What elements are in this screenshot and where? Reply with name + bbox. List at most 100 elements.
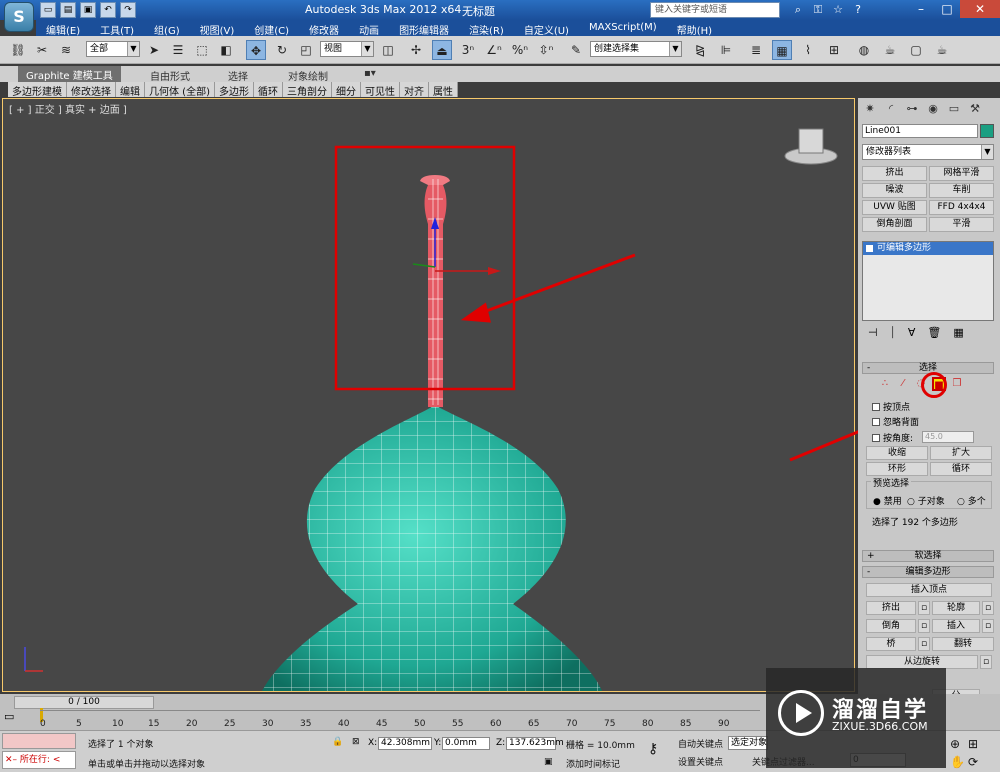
zoom-icon[interactable]: ⊕ <box>950 737 960 751</box>
schematic-view-icon[interactable]: ⊞ <box>824 40 844 60</box>
menu-edit[interactable]: 编辑(E) <box>36 20 90 37</box>
select-manipulate-icon[interactable]: ✢ <box>406 40 426 60</box>
add-time-tag[interactable]: 添加时间标记 <box>566 757 620 770</box>
create-tab-icon[interactable]: ✷ <box>860 100 880 118</box>
outline-button[interactable]: 轮廓 <box>932 601 980 615</box>
modifier-ffd-button[interactable]: FFD 4x4x4 <box>929 200 994 215</box>
ref-coord-dropdown[interactable]: 视图 ▼ <box>320 41 374 57</box>
graphite-toggle-icon[interactable]: ▦ <box>772 40 792 60</box>
named-selection-dropdown[interactable]: 创建选择集 ▼ <box>590 41 682 57</box>
inset-button[interactable]: 插入 <box>932 619 980 633</box>
x-coordinate-field[interactable]: 42.308mm <box>378 737 432 750</box>
rect-selection-icon[interactable]: ⬚ <box>192 40 212 60</box>
auto-key-button[interactable]: 自动关键点 <box>678 737 723 750</box>
bevel-settings-icon[interactable]: ▫ <box>918 619 930 633</box>
utilities-tab-icon[interactable]: ⚒ <box>965 100 985 118</box>
unlink-icon[interactable]: ✂ <box>32 40 52 60</box>
rotate-icon[interactable]: ↻ <box>272 40 292 60</box>
tab-freeform[interactable]: 自由形式 <box>150 68 190 83</box>
key-icon[interactable]: ⚿ <box>810 2 826 18</box>
select-by-name-icon[interactable]: ☰ <box>168 40 188 60</box>
menu-views[interactable]: 视图(V) <box>190 20 245 37</box>
display-tab-icon[interactable]: ▭ <box>944 100 964 118</box>
menu-create[interactable]: 创建(C) <box>244 20 299 37</box>
object-name-field[interactable]: Line001 <box>862 124 978 138</box>
configure-sets-icon[interactable]: ▦ <box>953 326 963 340</box>
ignore-backface-checkbox[interactable]: 忽略背面 <box>872 415 919 428</box>
keyboard-shortcut-icon[interactable]: ⏏ <box>432 40 452 60</box>
app-logo[interactable]: S <box>4 2 34 32</box>
new-file-icon[interactable]: ▭ <box>40 2 56 18</box>
maxscript-line[interactable]: ✕– 所在行: < <box>2 751 76 769</box>
panel-visibility[interactable]: 可见性 <box>361 82 400 98</box>
spinner-snap-icon[interactable]: ⇳ⁿ <box>536 40 556 60</box>
time-ruler[interactable]: 0 5 10 15 20 25 30 35 40 45 50 55 60 65 … <box>40 710 760 729</box>
maxscript-listener-field[interactable] <box>2 733 76 749</box>
hinge-settings-icon[interactable]: ▫ <box>980 655 992 669</box>
bevel-button[interactable]: 倒角 <box>866 619 916 633</box>
key-mode-dropdown[interactable]: 选定对象 <box>728 736 768 750</box>
select-object-icon[interactable]: ➤ <box>144 40 164 60</box>
help-icon[interactable]: ? <box>850 2 866 18</box>
curve-editor-icon[interactable]: ⌇ <box>798 40 818 60</box>
help-search-input[interactable]: 键入关键字或短语 <box>650 2 780 18</box>
y-coordinate-field[interactable]: 0.0mm <box>442 737 490 750</box>
binoculars-icon[interactable]: ⌕ <box>790 2 806 18</box>
insert-vertex-button[interactable]: 插入顶点 <box>866 583 992 597</box>
menu-tools[interactable]: 工具(T) <box>90 20 144 37</box>
object-color-swatch[interactable] <box>980 124 994 138</box>
tab-graphite[interactable]: Graphite 建模工具 <box>18 66 121 82</box>
window-crossing-icon[interactable]: ◧ <box>216 40 236 60</box>
modifier-list-dropdown[interactable]: 修改器列表 ▼ <box>862 144 994 160</box>
modifier-smooth-button[interactable]: 平滑 <box>929 217 994 232</box>
shrink-button[interactable]: 收缩 <box>866 446 928 460</box>
show-end-result-icon[interactable]: ⏐ <box>890 326 896 340</box>
pivot-center-icon[interactable]: ◫ <box>378 40 398 60</box>
zoom-extents-icon[interactable]: ⊞ <box>968 737 978 751</box>
tab-selection[interactable]: 选择 <box>228 68 248 83</box>
by-vertex-checkbox[interactable]: 按顶点 <box>872 400 910 413</box>
panel-align[interactable]: 对齐 <box>400 82 429 98</box>
menu-rendering[interactable]: 渲染(R) <box>459 20 514 37</box>
remove-modifier-icon[interactable]: 🗑 <box>927 326 941 340</box>
angle-spinner[interactable]: 45.0 <box>922 431 974 443</box>
time-tag-icon[interactable]: ▣ <box>544 757 553 767</box>
bridge-settings-icon[interactable]: ▫ <box>918 637 930 651</box>
bridge-button[interactable]: 桥 <box>866 637 916 651</box>
z-coordinate-field[interactable]: 137.623mm <box>506 737 564 750</box>
percent-snap-icon[interactable]: %ⁿ <box>510 40 530 60</box>
material-editor-icon[interactable]: ◍ <box>854 40 874 60</box>
extrude-settings-icon[interactable]: ▫ <box>918 601 930 615</box>
undo-icon[interactable]: ↶ <box>100 2 116 18</box>
pan-icon[interactable]: ✋ <box>950 755 965 769</box>
rendered-frame-icon[interactable]: ▢ <box>906 40 926 60</box>
modifier-lathe-button[interactable]: 车削 <box>929 183 994 198</box>
modify-tab-icon[interactable]: ◜ <box>881 100 901 118</box>
render-production-icon[interactable]: ☕ <box>932 40 952 60</box>
key-icon[interactable]: ⚷ <box>648 741 658 757</box>
outline-settings-icon[interactable]: ▫ <box>982 601 994 615</box>
mirror-icon[interactable]: ⧎ <box>690 40 710 60</box>
hierarchy-tab-icon[interactable]: ⊶ <box>902 100 922 118</box>
snap-3-icon[interactable]: 3ⁿ <box>458 40 478 60</box>
set-key-button[interactable]: 设置关键点 <box>678 755 723 768</box>
time-slider[interactable]: 0 / 100 <box>14 696 154 709</box>
menu-group[interactable]: 组(G) <box>144 20 190 37</box>
front-viewport[interactable]: [ + ] 正交 ] 真实 + 边面 ] <box>2 98 855 692</box>
motion-tab-icon[interactable]: ◉ <box>923 100 943 118</box>
menu-maxscript[interactable]: MAXScript(M) <box>579 20 667 36</box>
ribbon-options-icon[interactable]: ▪▾ <box>364 68 376 79</box>
scale-icon[interactable]: ◰ <box>296 40 316 60</box>
menu-graph-editors[interactable]: 图形编辑器 <box>389 20 459 37</box>
edge-icon[interactable]: ⁄ <box>896 377 910 391</box>
hinge-from-edge-button[interactable]: 从边旋转 <box>866 655 978 669</box>
panel-subdivision[interactable]: 细分 <box>332 82 361 98</box>
panel-triangulation[interactable]: 三角剖分 <box>283 82 332 98</box>
modifier-extrude-button[interactable]: 挤出 <box>862 166 927 181</box>
open-file-icon[interactable]: ▤ <box>60 2 76 18</box>
lock-selection-icon[interactable]: 🔒 <box>332 737 343 747</box>
edit-named-selection-icon[interactable]: ✎ <box>566 40 586 60</box>
move-icon[interactable]: ✥ <box>246 40 266 60</box>
star-icon[interactable]: ☆ <box>830 2 846 18</box>
maximize-button[interactable]: □ <box>934 0 960 18</box>
